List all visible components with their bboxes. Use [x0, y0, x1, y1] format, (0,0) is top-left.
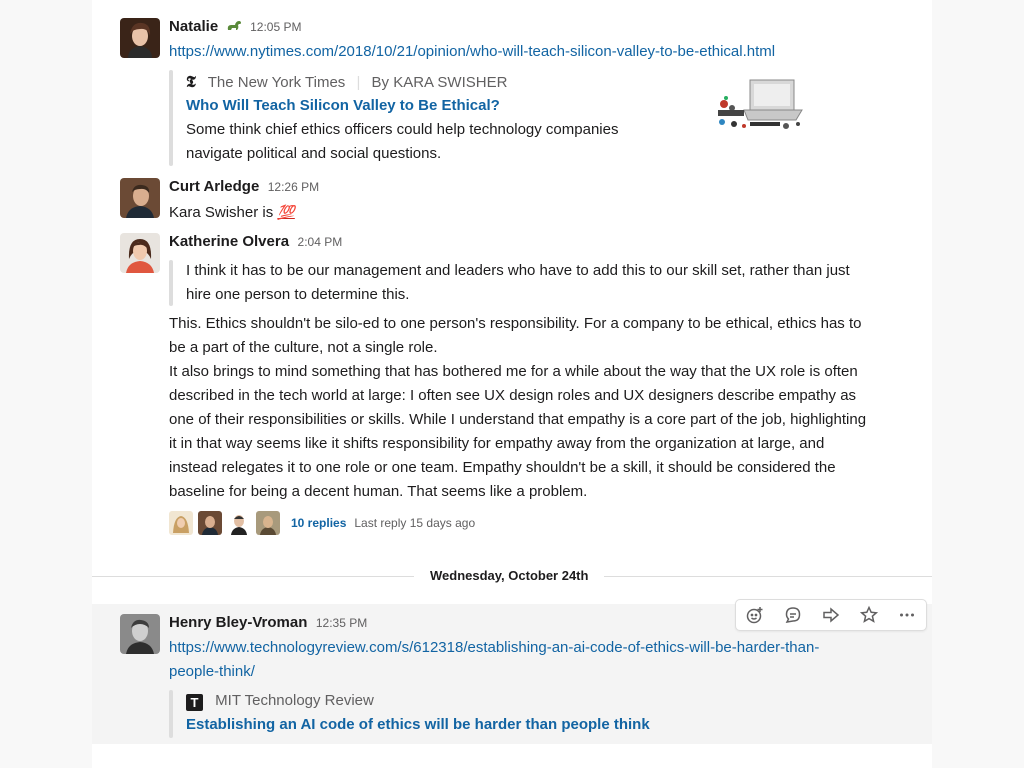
message-body-line: one of their responsibilities or skills.…: [169, 411, 867, 428]
thread-replies-link[interactable]: 10 replies: [291, 516, 346, 530]
thread-summary[interactable]: 10 replies Last reply 15 days ago: [169, 510, 475, 536]
attachment-title[interactable]: Who Will Teach Silicon Valley to Be Ethi…: [186, 94, 500, 118]
attachment-source: T MIT Technology Review: [186, 689, 374, 713]
message-body-line: it in that way seems like it shifts resp…: [169, 435, 825, 452]
message-pane: Natalie 12:05 PM https://www.nytimes.com…: [92, 0, 932, 768]
message-header: Henry Bley-Vroman 12:35 PM: [169, 614, 367, 632]
timestamp[interactable]: 12:26 PM: [268, 180, 319, 194]
message-body-line: be a part of the culture, not a single r…: [169, 339, 438, 356]
reply-avatar: [169, 511, 193, 535]
mit-logo-icon: T: [186, 694, 203, 711]
author-name[interactable]: Natalie: [169, 18, 218, 35]
dinosaur-icon: [226, 19, 242, 37]
attachment-source: 𝕿 The New York Times | By KARA SWISHER: [186, 72, 508, 91]
thread-last-reply: Last reply 15 days ago: [354, 516, 476, 530]
avatar[interactable]: [120, 614, 160, 654]
author-name[interactable]: Katherine Olvera: [169, 233, 289, 250]
avatar[interactable]: [120, 233, 160, 273]
message-header: Natalie 12:05 PM: [169, 18, 301, 37]
message-link[interactable]: https://www.technologyreview.com/s/61231…: [169, 636, 819, 660]
quote-text: I think it has to be our management and …: [186, 262, 850, 279]
quote-bar: [169, 260, 173, 306]
message-body-line: It also brings to mind something that ha…: [169, 363, 858, 380]
reply-avatar: [198, 511, 222, 535]
message-body-line: This. Ethics shouldn't be silo-ed to one…: [169, 315, 862, 332]
share-icon[interactable]: [812, 600, 850, 630]
attachment-bar: [169, 690, 173, 738]
message-body-line: described in the tech world at large: I …: [169, 387, 857, 404]
day-divider-label[interactable]: Wednesday, October 24th: [414, 566, 605, 586]
attachment-thumbnail[interactable]: [714, 74, 806, 134]
message-actions-toolbar: [735, 599, 927, 631]
more-actions-icon[interactable]: [888, 600, 926, 630]
message-header: Katherine Olvera 2:04 PM: [169, 233, 342, 251]
attachment-description: Some think chief ethics officers could h…: [186, 121, 619, 138]
message-link[interactable]: people-think/: [169, 660, 255, 684]
byline: By KARA SWISHER: [371, 74, 508, 91]
reply-thread-icon[interactable]: [774, 600, 812, 630]
avatar[interactable]: [120, 178, 160, 218]
timestamp[interactable]: 12:35 PM: [316, 616, 367, 630]
hundred-points-icon: 💯: [277, 204, 295, 220]
nyt-logo-icon: 𝕿: [186, 72, 196, 91]
author-name[interactable]: Curt Arledge: [169, 178, 259, 195]
reply-avatar: [227, 511, 251, 535]
separator: |: [356, 74, 361, 91]
timestamp[interactable]: 12:05 PM: [250, 20, 301, 34]
attachment-bar: [169, 70, 173, 166]
attachment-title[interactable]: Establishing an AI code of ethics will b…: [186, 713, 650, 737]
reply-avatar: [256, 511, 280, 535]
message-body-line: instead relegates it to one role or one …: [169, 459, 836, 476]
quote-text: hire one person to determine this.: [186, 286, 410, 303]
attachment-description: navigate political and social questions.: [186, 145, 442, 162]
star-icon[interactable]: [850, 600, 888, 630]
avatar[interactable]: [120, 18, 160, 58]
timestamp[interactable]: 2:04 PM: [298, 235, 343, 249]
message-body-line: baseline for being a decent human. That …: [169, 483, 588, 500]
message-link[interactable]: https://www.nytimes.com/2018/10/21/opini…: [169, 40, 775, 64]
message-body: Kara Swisher is: [169, 204, 274, 221]
add-reaction-icon[interactable]: [736, 600, 774, 630]
message-text: Kara Swisher is 💯: [169, 200, 295, 225]
author-name[interactable]: Henry Bley-Vroman: [169, 614, 307, 631]
message-header: Curt Arledge 12:26 PM: [169, 178, 319, 196]
